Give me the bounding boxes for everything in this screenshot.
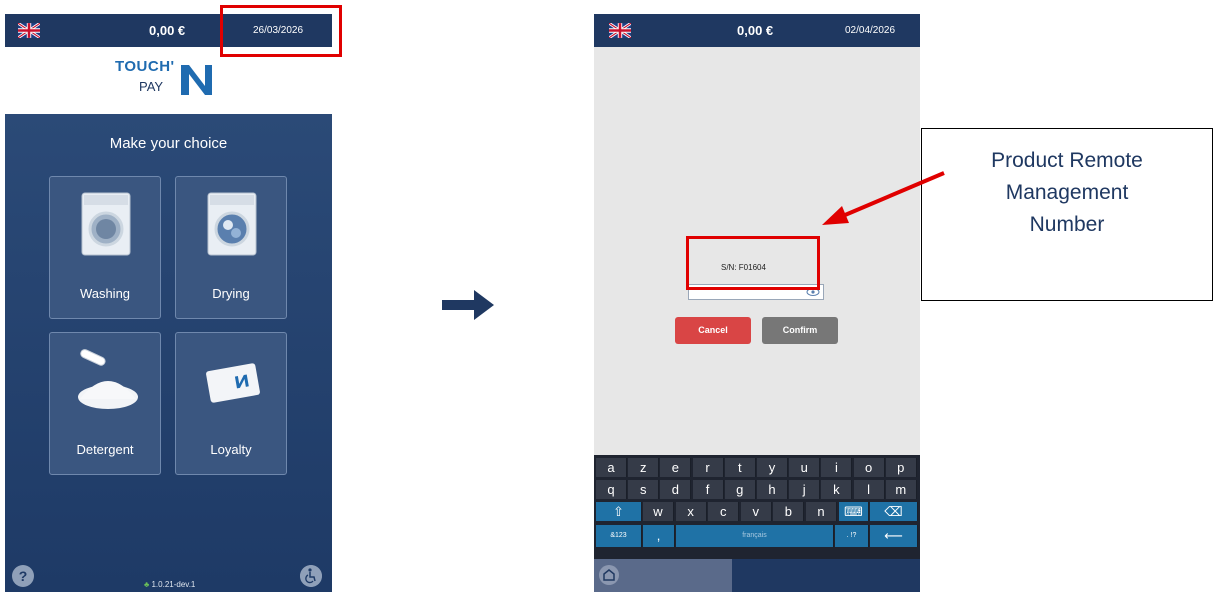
key-f[interactable]: f xyxy=(692,480,724,499)
home-bar xyxy=(594,559,732,592)
home-icon[interactable] xyxy=(599,565,619,585)
key-p[interactable]: p xyxy=(885,458,917,477)
loyalty-label: Loyalty xyxy=(210,442,252,457)
key-v[interactable]: v xyxy=(740,502,772,521)
keyboard-row-3: ⇧ ⌨ ⌫ wxcvbn xyxy=(594,501,920,522)
help-button[interactable]: ? xyxy=(12,565,34,587)
shift-key[interactable]: ⇧ xyxy=(596,502,642,521)
key-w[interactable]: w xyxy=(643,502,674,521)
loyalty-card-icon xyxy=(206,363,260,403)
key-k[interactable]: k xyxy=(821,480,853,499)
washing-card[interactable]: Washing xyxy=(49,176,161,319)
symbols-key[interactable]: &123 xyxy=(596,525,642,547)
key-e[interactable]: e xyxy=(660,458,692,477)
key-y[interactable]: y xyxy=(757,458,788,477)
dryer-icon xyxy=(207,192,257,256)
key-m[interactable]: m xyxy=(885,480,917,499)
accessibility-icon[interactable] xyxy=(300,565,322,587)
detergent-powder-icon xyxy=(78,349,138,409)
space-key[interactable]: français xyxy=(676,525,834,547)
balance-amount: 0,00 € xyxy=(737,23,774,38)
balance-amount: 0,00 € xyxy=(149,23,186,38)
key-d[interactable]: d xyxy=(660,480,692,499)
backspace-key[interactable]: ⌫ xyxy=(870,502,918,521)
key-g[interactable]: g xyxy=(724,480,756,499)
date-label: 02/04/2026 xyxy=(845,25,896,36)
loyalty-card[interactable]: Loyalty xyxy=(175,332,287,475)
enter-key[interactable]: ⟵ xyxy=(870,525,918,547)
annotation-callout: Product Remote Management Number xyxy=(921,128,1213,301)
page-title: Make your choice xyxy=(109,135,228,152)
logo-line2: PAY xyxy=(139,79,164,94)
right-arrow-icon xyxy=(442,290,494,320)
key-x[interactable]: x xyxy=(675,502,707,521)
key-u[interactable]: u xyxy=(789,458,821,477)
emoji-key[interactable]: ⌨ xyxy=(839,502,869,521)
key-q[interactable]: q xyxy=(596,480,627,499)
logo-n-icon xyxy=(181,65,212,95)
touchnpay-logo: TOUCH' PAY xyxy=(115,54,225,102)
key-z[interactable]: z xyxy=(628,458,660,477)
washing-label: Washing xyxy=(79,286,131,301)
cancel-button[interactable]: Cancel xyxy=(675,317,751,344)
keyboard-row-1: azertyuiop xyxy=(594,457,920,478)
choice-screen: 0,00 € 26/03/2026 TOUCH' PAY Make your c… xyxy=(5,14,332,592)
period-key[interactable]: . !? xyxy=(835,525,869,547)
serial-highlight-box xyxy=(686,236,820,290)
logo-line1: TOUCH' xyxy=(115,58,175,75)
detergent-card[interactable]: Detergent xyxy=(49,332,161,475)
annotation-text: Product Remote Management Number xyxy=(991,149,1143,236)
keyboard-row-2: qsdfghjklm xyxy=(594,479,920,500)
choice-panel: Make your choice Washing Drying Detergen… xyxy=(5,114,332,592)
serial-number-screen: 0,00 € 02/04/2026 S/N: F01604 Cancel Con… xyxy=(594,14,920,592)
drying-label: Drying xyxy=(212,286,250,301)
key-l[interactable]: l xyxy=(853,480,885,499)
top-bar: 0,00 € 02/04/2026 xyxy=(594,14,920,47)
key-s[interactable]: s xyxy=(628,480,660,499)
uk-flag-icon[interactable] xyxy=(18,23,40,38)
date-highlight-box xyxy=(220,5,342,57)
key-i[interactable]: i xyxy=(821,458,853,477)
key-b[interactable]: b xyxy=(773,502,805,521)
washing-machine-icon xyxy=(81,192,131,256)
drying-card[interactable]: Drying xyxy=(175,176,287,319)
key-n[interactable]: n xyxy=(806,502,837,521)
key-t[interactable]: t xyxy=(724,458,756,477)
comma-key[interactable]: , xyxy=(643,525,675,547)
onscreen-keyboard: azertyuiop qsdfghjklm ⇧ ⌨ ⌫ wxcvbn &123 … xyxy=(594,455,920,559)
version-text: 1.0.21-dev.1 xyxy=(151,580,196,589)
key-j[interactable]: j xyxy=(789,480,821,499)
version-label: ♣ 1.0.21-dev.1 xyxy=(144,580,195,589)
confirm-button[interactable]: Confirm xyxy=(762,317,838,344)
key-h[interactable]: h xyxy=(757,480,788,499)
key-c[interactable]: c xyxy=(708,502,740,521)
version-icon: ♣ xyxy=(144,580,150,589)
key-a[interactable]: a xyxy=(596,458,627,477)
keyboard-row-4: &123 , français . !? ⟵ xyxy=(594,524,920,548)
bottom-bar xyxy=(594,559,920,592)
detergent-label: Detergent xyxy=(76,442,134,457)
uk-flag-icon[interactable] xyxy=(609,23,631,38)
key-r[interactable]: r xyxy=(692,458,724,477)
key-o[interactable]: o xyxy=(853,458,885,477)
